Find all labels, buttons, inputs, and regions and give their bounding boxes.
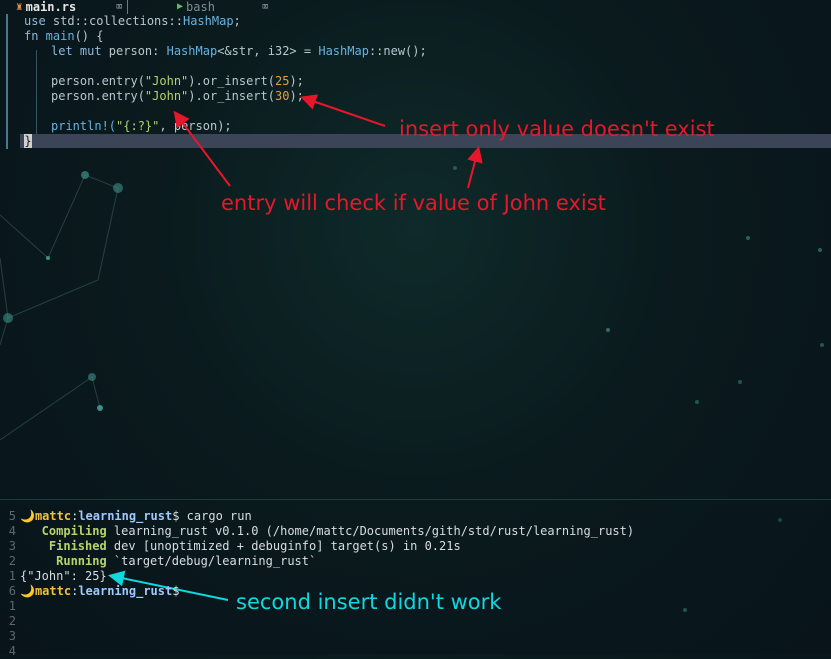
tab-main-rs[interactable]: ♜ main.rs	[16, 0, 76, 14]
line-number: 4	[8, 644, 16, 658]
cargo-message: dev [unoptimized + debuginfo] target(s) …	[106, 539, 461, 553]
prompt-user: mattc	[34, 509, 72, 523]
git-gutter-mark	[6, 29, 8, 149]
line-number: 4	[8, 524, 16, 538]
code-line-4: person.entry("John").or_insert(25);	[51, 74, 304, 88]
annotation-entry-note: entry will check if value of John exist	[221, 191, 606, 215]
terminal-line: 2	[0, 614, 20, 629]
prompt-command: $	[172, 584, 180, 598]
git-gutter-mark	[6, 14, 8, 29]
prompt-user: mattc	[34, 584, 72, 598]
line-number: 1	[8, 569, 16, 583]
terminal-line: 3 Finished dev [unoptimized + debuginfo]…	[0, 539, 461, 554]
moon-icon: 🌙	[20, 509, 35, 523]
prompt-command: $ cargo run	[172, 509, 252, 523]
cargo-status: Finished	[20, 539, 107, 553]
annotation-insert-note: insert only value doesn't exist	[399, 117, 715, 141]
cargo-status: Running	[20, 554, 107, 568]
cargo-message: `target/debug/learning_rust`	[106, 554, 317, 568]
tab-bash[interactable]: ▶ bash	[177, 0, 215, 14]
terminal-line: 2 Running `target/debug/learning_rust`	[0, 554, 316, 569]
terminal-icon: ▶	[177, 1, 184, 12]
rust-file-icon: ♜	[16, 0, 23, 13]
close-tab-icon[interactable]: ⌧	[116, 0, 123, 14]
text-cursor: }	[24, 134, 32, 148]
close-tab-icon[interactable]: ⌧	[262, 0, 269, 14]
program-output: {"John": 25}	[20, 569, 107, 583]
code-line-6: println!("{:?}", person);	[51, 119, 232, 133]
prompt-directory: learning_rust	[78, 584, 173, 598]
tab-bar: ♜ main.rs ⌧ ▶ bash ⌧	[0, 0, 831, 14]
prompt-directory: learning_rust	[78, 509, 173, 523]
terminal-line: 4	[0, 644, 20, 659]
terminal-line: 1 {"John": 25}	[0, 569, 107, 584]
terminal-line: 5 🌙mattc:learning_rust$ cargo run	[0, 509, 252, 524]
code-line-3: let mut person: HashMap<&str, i32> = Has…	[51, 44, 427, 58]
cargo-message: learning_rust v0.1.0 (/home/mattc/Docume…	[106, 524, 635, 538]
cargo-status: Compiling	[20, 524, 107, 538]
terminal-line: 4 Compiling learning_rust v0.1.0 (/home/…	[0, 524, 634, 539]
terminal-line: 3	[0, 629, 20, 644]
indent-guide	[36, 50, 37, 147]
annotation-result-note: second insert didn't work	[236, 590, 502, 614]
terminal-line: 6 🌙mattc:learning_rust$	[0, 584, 180, 599]
moon-icon: 🌙	[20, 584, 35, 598]
line-number: 3	[8, 539, 16, 553]
code-line-1: use std::collections::HashMap;	[24, 14, 241, 28]
line-number: 2	[8, 614, 16, 628]
terminal-divider	[0, 499, 831, 500]
tab-label-main-rs: main.rs	[25, 0, 77, 14]
line-number: 5	[8, 509, 16, 523]
tab-divider	[127, 0, 128, 14]
code-line-2: fn main() {	[24, 29, 104, 43]
line-number: 6	[8, 584, 16, 598]
tab-label-bash: bash	[186, 0, 215, 14]
code-line-5: person.entry("John").or_insert(30);	[51, 89, 304, 103]
terminal-line: 1	[0, 599, 20, 614]
line-number: 3	[8, 629, 16, 643]
line-number: 1	[8, 599, 16, 613]
line-number: 2	[8, 554, 16, 568]
